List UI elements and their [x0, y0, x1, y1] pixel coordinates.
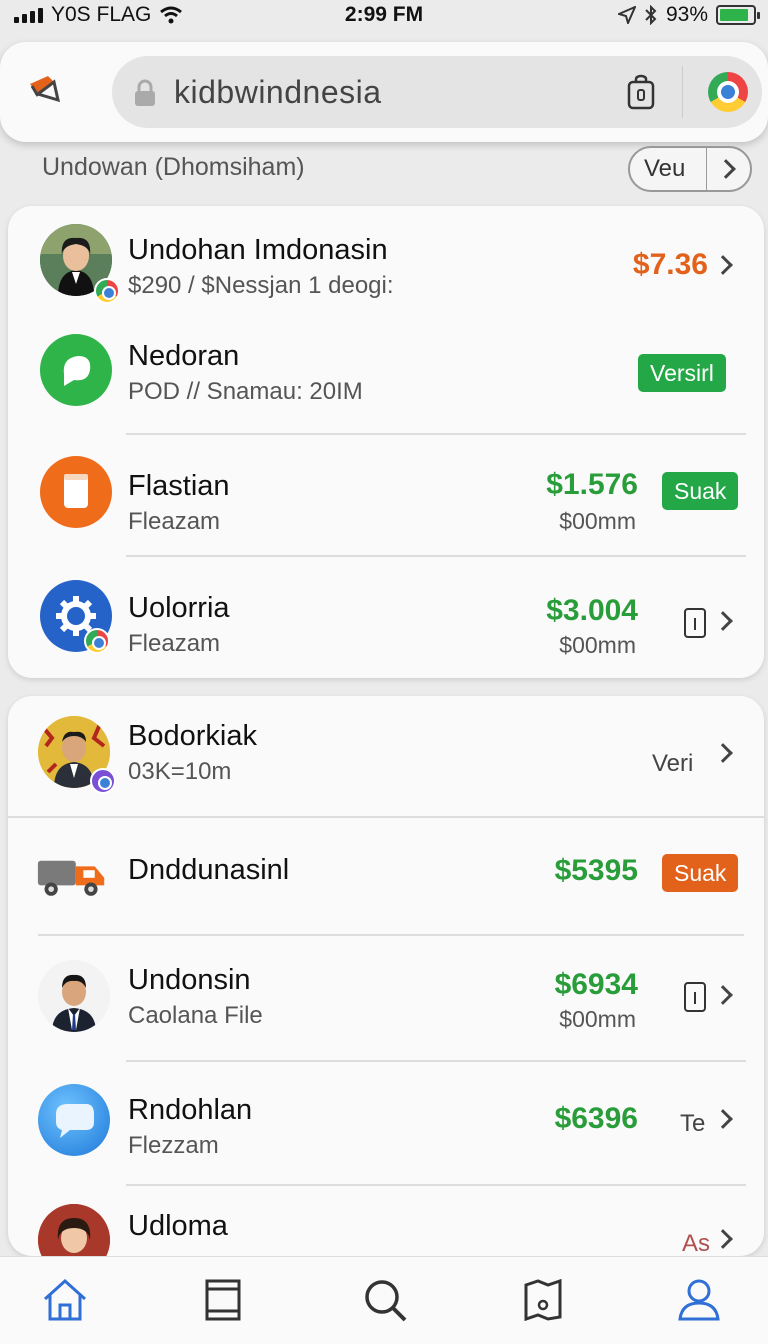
- list-item[interactable]: Undohan Imdonasin $290 / $Nessjan 1 deog…: [8, 206, 764, 316]
- account-name: Undohan Imdonasin: [128, 234, 388, 266]
- account-price: $6934: [554, 968, 638, 1001]
- bottom-tab-bar: [0, 1256, 768, 1344]
- map-icon[interactable]: [518, 1275, 568, 1325]
- avatar: [38, 960, 110, 1032]
- chrome-badge-icon: [94, 278, 120, 304]
- account-detail: POD // Snamau: 20IM: [128, 378, 363, 405]
- view-link[interactable]: Veri: [652, 750, 693, 778]
- search-divider: [682, 66, 683, 118]
- account-detail: Caolana File: [128, 1002, 263, 1029]
- price-subtext: $00mm: [559, 508, 636, 534]
- search-bar[interactable]: kidbwindnesia: [112, 56, 762, 128]
- message-app-icon: [40, 334, 112, 406]
- list-item[interactable]: Bodorkiak 03K=10m Veri: [8, 696, 764, 816]
- row-label: As: [682, 1230, 711, 1256]
- home-icon[interactable]: [40, 1275, 90, 1325]
- account-price: $1.576: [546, 468, 638, 501]
- status-bar: Y0S FLAG 2:99 FM 93%: [0, 0, 768, 32]
- account-name: Dnddunasinl: [128, 854, 290, 886]
- account-detail: Fleazam: [128, 630, 221, 657]
- list-item[interactable]: Dnddunasinl $5395 Suak: [8, 818, 764, 934]
- truck-icon: [37, 860, 105, 896]
- account-name: Uolorria: [128, 592, 230, 624]
- lock-icon: [135, 79, 155, 106]
- account-detail: $290 / $Nessjan 1 deogi:: [128, 272, 394, 299]
- account-card-primary: Undohan Imdonasin $290 / $Nessjan 1 deog…: [8, 206, 764, 678]
- account-card-secondary: Bodorkiak 03K=10m Veri Dnddunasinl $5395…: [8, 696, 764, 1256]
- search-input[interactable]: kidbwindnesia: [174, 74, 382, 111]
- suak-button[interactable]: Suak: [662, 472, 739, 510]
- bag-icon[interactable]: [626, 74, 656, 110]
- brand-icon[interactable]: [24, 70, 64, 110]
- account-name: Flastian: [128, 470, 230, 502]
- account-detail: Fleazam: [128, 508, 221, 535]
- account-price: $7.36: [632, 248, 708, 281]
- verify-button[interactable]: Versirl: [638, 354, 726, 392]
- header-bar: kidbwindnesia: [0, 42, 768, 142]
- account-detail: Flezzam: [128, 1132, 219, 1159]
- price-subtext: $00mm: [559, 1006, 636, 1032]
- avatar: [38, 1204, 110, 1256]
- chrome-badge-icon: [84, 628, 110, 654]
- account-name: Undonsin: [128, 964, 251, 996]
- account-name: Udloma: [128, 1210, 228, 1242]
- divider: [126, 555, 746, 557]
- list-item[interactable]: Uolorria Fleazam $3.004 $00mm: [8, 558, 764, 678]
- chevron-right-icon: [713, 1229, 733, 1249]
- account-name: Bodorkiak: [128, 720, 257, 752]
- bluetooth-icon: [645, 5, 657, 25]
- chevron-right-icon: [713, 743, 733, 763]
- account-name: Nedoran: [128, 340, 240, 372]
- chevron-right-icon: [713, 1109, 733, 1129]
- battery-percent: 93%: [665, 3, 708, 26]
- account-price: $6396: [554, 1102, 638, 1135]
- list-item[interactable]: Rndohlan Flezzam $6396 Te: [8, 1062, 764, 1186]
- view-label: Veu: [644, 155, 686, 182]
- info-icon[interactable]: [684, 982, 706, 1012]
- list-item[interactable]: Nedoran POD // Snamau: 20IM Versirl: [8, 316, 764, 436]
- messenger-badge-icon: [90, 768, 116, 794]
- chevron-right-icon: [713, 985, 733, 1005]
- view-button[interactable]: Veu: [628, 146, 752, 192]
- location-icon: [617, 6, 636, 24]
- row-label: Te: [680, 1110, 706, 1137]
- chrome-icon[interactable]: [708, 72, 748, 112]
- battery-icon: [716, 5, 760, 25]
- account-price: $5395: [554, 854, 638, 887]
- suak-button[interactable]: Suak: [662, 854, 739, 892]
- list-item[interactable]: Udloma As: [8, 1186, 764, 1256]
- list-item[interactable]: Flastian Fleazam $1.576 $00mm Suak: [8, 436, 764, 556]
- profile-icon[interactable]: [674, 1275, 724, 1325]
- price-subtext: $00mm: [559, 632, 636, 658]
- search-icon[interactable]: [360, 1275, 410, 1325]
- chevron-right-icon: [713, 611, 733, 631]
- account-name: Rndohlan: [128, 1094, 253, 1126]
- chevron-right-icon: [713, 255, 733, 275]
- chat-app-icon: [38, 1084, 110, 1156]
- account-detail: 03K=10m: [128, 758, 232, 785]
- list-item[interactable]: Undonsin Caolana File $6934 $00mm: [8, 936, 764, 1062]
- tablet-app-icon: [40, 456, 112, 528]
- section-title: Undowan (Dhomsiham): [42, 153, 305, 181]
- chevron-right-icon: [716, 159, 736, 179]
- info-icon[interactable]: [684, 608, 706, 638]
- book-icon[interactable]: [198, 1275, 248, 1325]
- divider: [126, 433, 746, 435]
- account-price: $3.004: [546, 594, 638, 627]
